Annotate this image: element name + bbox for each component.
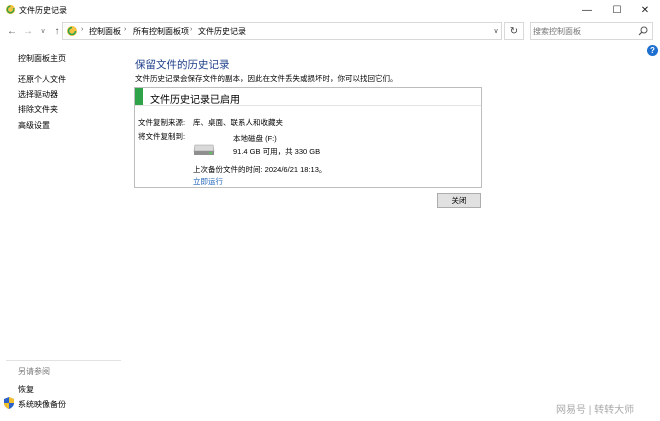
- sidebar-item-recovery[interactable]: 恢复: [18, 384, 34, 395]
- close-window-button[interactable]: ✕: [630, 0, 660, 20]
- watermark: 网易号 | 转转大师: [556, 405, 635, 416]
- breadcrumb-separator-icon: ›: [124, 26, 127, 33]
- sidebar: 控制面板主页 还原个人文件 选择驱动器 排除文件夹 高级设置 另请参阅 恢复 系…: [0, 42, 125, 421]
- breadcrumb-separator-icon: ›: [190, 26, 193, 33]
- shield-icon: [4, 397, 14, 409]
- sidebar-item-select-drive[interactable]: 选择驱动器: [18, 89, 58, 100]
- refresh-icon[interactable]: ↻: [504, 22, 524, 40]
- search-box[interactable]: [530, 22, 653, 40]
- status-indicator-bar: [135, 88, 143, 105]
- forward-arrow-icon[interactable]: →: [22, 24, 34, 38]
- status-text: 文件历史记录已启用: [150, 95, 240, 106]
- copy-from-label: 文件复制来源:: [138, 118, 186, 127]
- recent-locations-chevron-icon[interactable]: ∨: [37, 24, 49, 38]
- control-panel-icon: [67, 26, 77, 36]
- address-dropdown-chevron-icon[interactable]: ∨: [490, 22, 502, 40]
- breadcrumb-separator-icon: ›: [81, 26, 84, 33]
- address-bar[interactable]: › 控制面板 › 所有控制面板项 › 文件历史记录: [62, 22, 502, 40]
- run-now-link[interactable]: 立即运行: [193, 176, 223, 187]
- panel-header: 文件历史记录已启用: [135, 88, 481, 106]
- breadcrumb-file-history[interactable]: 文件历史记录: [198, 26, 246, 37]
- close-button[interactable]: 关闭: [437, 193, 481, 208]
- page-description: 文件历史记录会保存文件的副本，因此在文件丢失或损坏时，你可以找回它们。: [135, 74, 398, 83]
- page-title: 保留文件的历史记录: [135, 59, 230, 71]
- search-input[interactable]: [533, 24, 633, 38]
- sidebar-item-system-image-backup[interactable]: 系统映像备份: [18, 399, 66, 410]
- help-icon[interactable]: ?: [647, 45, 658, 56]
- drive-name: 本地磁盘 (F:): [233, 134, 277, 143]
- window-title: 文件历史记录: [19, 6, 67, 15]
- sidebar-item-restore-personal-files[interactable]: 还原个人文件: [18, 74, 66, 85]
- breadcrumb-control-panel[interactable]: 控制面板: [89, 26, 121, 37]
- sidebar-item-exclude-folders[interactable]: 排除文件夹: [18, 104, 58, 115]
- divider: [6, 360, 121, 361]
- see-also-heading: 另请参阅: [18, 367, 50, 376]
- last-backup-time: 上次备份文件的时间: 2024/6/21 18:13。: [193, 165, 327, 174]
- hard-drive-icon: [193, 144, 215, 155]
- search-icon[interactable]: [638, 26, 648, 36]
- title-bar: 文件历史记录 — ☐ ✕: [0, 0, 660, 20]
- file-history-app-icon: [5, 4, 16, 15]
- copy-to-label: 将文件复制到:: [138, 132, 186, 141]
- sidebar-item-control-panel-home[interactable]: 控制面板主页: [18, 53, 66, 64]
- back-arrow-icon[interactable]: ←: [6, 24, 18, 38]
- minimize-button[interactable]: —: [572, 0, 602, 20]
- drive-free-space: 91.4 GB 可用，共 330 GB: [233, 147, 321, 156]
- sidebar-item-advanced-settings[interactable]: 高级设置: [18, 120, 50, 131]
- breadcrumb-all-items[interactable]: 所有控制面板项: [133, 26, 189, 37]
- copy-from-value: 库、桌面、联系人和收藏夹: [193, 118, 283, 127]
- file-history-status-panel: 文件历史记录已启用 文件复制来源: 库、桌面、联系人和收藏夹 将文件复制到: 本…: [134, 87, 482, 188]
- maximize-button[interactable]: ☐: [602, 0, 632, 20]
